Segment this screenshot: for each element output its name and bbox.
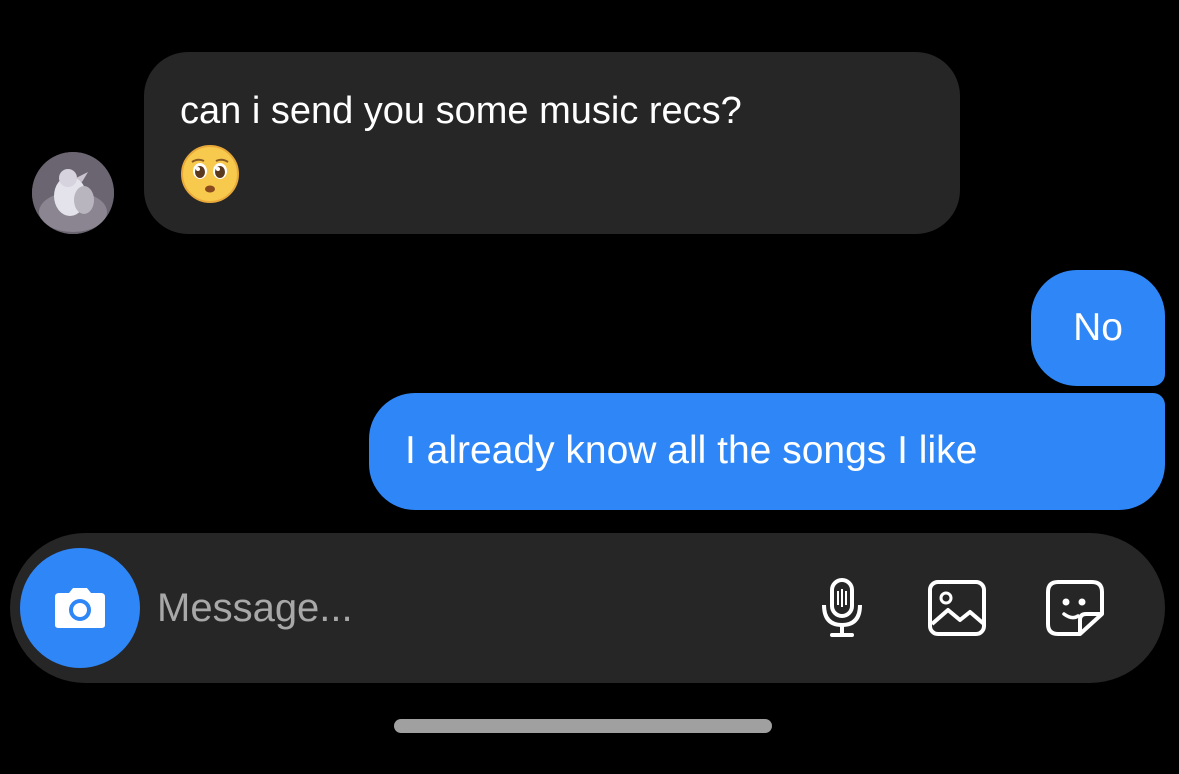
avatar[interactable] <box>32 152 114 234</box>
outgoing-message-text: I already know all the songs I like <box>405 429 978 472</box>
gallery-button[interactable] <box>922 573 992 643</box>
microphone-button[interactable] <box>807 573 877 643</box>
message-input[interactable] <box>157 583 757 633</box>
sticker-button[interactable] <box>1040 573 1110 643</box>
camera-icon <box>55 588 105 628</box>
pleading-face-emoji <box>181 145 239 203</box>
microphone-icon <box>822 578 862 637</box>
message-composer <box>10 533 1165 683</box>
sticker-icon <box>1046 580 1104 636</box>
incoming-message-bubble[interactable]: can i send you some music recs? <box>144 52 960 234</box>
outgoing-message-text: No <box>1073 306 1123 349</box>
outgoing-message-bubble[interactable]: I already know all the songs I like <box>369 393 1165 510</box>
incoming-message-text: can i send you some music recs? <box>180 90 742 132</box>
avatar-image <box>32 152 114 234</box>
home-indicator[interactable] <box>394 719 772 733</box>
camera-button[interactable] <box>20 548 140 668</box>
gallery-icon <box>928 580 986 636</box>
outgoing-message-bubble[interactable]: No <box>1031 270 1165 386</box>
